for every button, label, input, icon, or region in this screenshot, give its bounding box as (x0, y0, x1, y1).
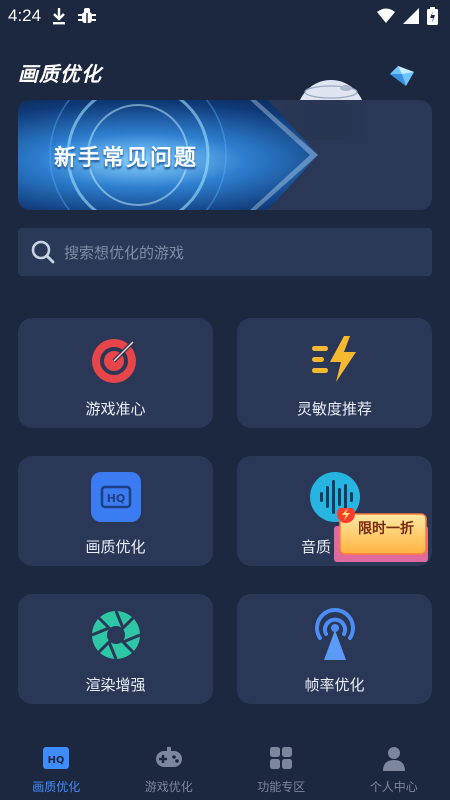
search-icon (30, 239, 56, 265)
bottom-nav: HQ 画质优化 游戏优化 功能专区 个人中心 (0, 740, 450, 800)
card-label: 渲染增强 (85, 676, 146, 694)
nav-item-features[interactable]: 功能专区 (225, 740, 338, 800)
search-placeholder: 搜索想优化的游戏 (64, 243, 185, 262)
nav-label: 个人中心 (369, 780, 418, 794)
card-label: 灵敏度推荐 (296, 400, 372, 418)
grid-icon (270, 747, 293, 769)
status-bar: 4:24 (0, 0, 450, 32)
search-input[interactable]: 搜索想优化的游戏 (18, 228, 432, 276)
card-render-enhance[interactable]: 渲染增强 (18, 594, 213, 704)
card-crosshair[interactable]: 游戏准心 (18, 318, 213, 428)
nav-label: 功能专区 (257, 780, 306, 794)
nav-label: 画质优化 (32, 780, 81, 794)
status-time: 4:24 (8, 6, 42, 25)
wifi-icon (377, 8, 395, 24)
promo-label: 限时一折 (358, 521, 414, 537)
download-icon (51, 7, 67, 25)
card-image-quality[interactable]: HQ 画质优化 (18, 456, 213, 566)
hq-icon: HQ (43, 747, 70, 769)
svg-text:HQ: HQ (48, 755, 65, 766)
nav-item-profile[interactable]: 个人中心 (338, 740, 450, 800)
card-sensitivity[interactable]: 灵敏度推荐 (237, 318, 432, 428)
card-label: 游戏准心 (85, 400, 146, 418)
crosshair-target-icon (91, 336, 138, 383)
broadcast-tower-icon (314, 608, 355, 660)
svg-text:HQ: HQ (106, 492, 125, 505)
lightning-sensitivity-icon (311, 336, 356, 382)
card-framerate[interactable]: 帧率优化 (237, 594, 432, 704)
gem-icon[interactable] (388, 66, 416, 88)
bug-icon (77, 6, 97, 26)
card-label: 画质优化 (85, 538, 146, 556)
nav-item-image-quality[interactable]: HQ 画质优化 (0, 740, 113, 800)
faq-banner[interactable]: 新手常见问题 (18, 100, 432, 210)
nav-item-game-optimize[interactable]: 游戏优化 (113, 740, 226, 800)
gamepad-icon (155, 747, 182, 767)
nav-label: 游戏优化 (144, 780, 193, 794)
hq-icon: HQ (90, 472, 141, 522)
battery-icon (427, 7, 438, 25)
aperture-icon (90, 610, 141, 660)
signal-icon (403, 8, 419, 24)
page-title: 画质优化 (18, 62, 102, 86)
person-icon (382, 747, 405, 771)
card-label: 帧率优化 (304, 676, 365, 694)
banner-title: 新手常见问题 (54, 146, 199, 171)
